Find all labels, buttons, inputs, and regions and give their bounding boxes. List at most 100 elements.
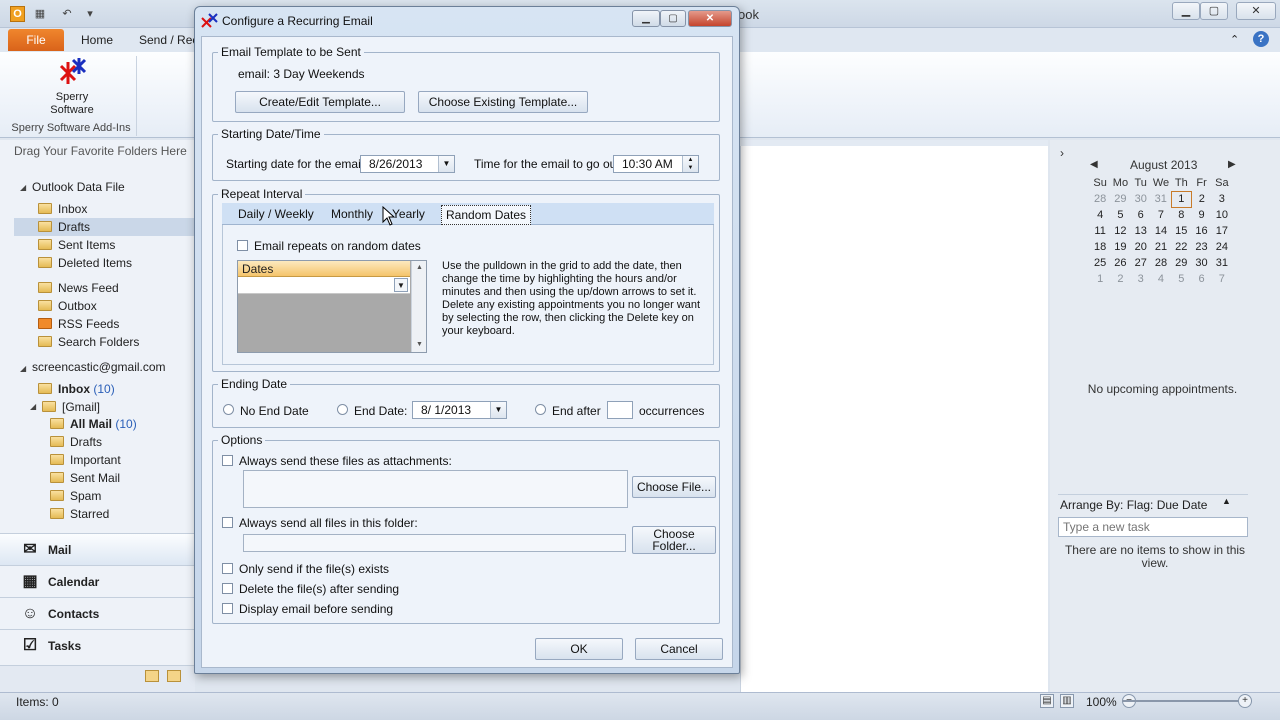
module-tasks[interactable]: ☑ Tasks [0, 629, 195, 661]
calendar-day[interactable]: 28 [1090, 191, 1110, 207]
tab-home[interactable]: Home [81, 33, 113, 47]
choose-folder-button[interactable]: Choose Folder... [632, 526, 716, 554]
collapse-triangle-icon[interactable]: ◢ [20, 364, 26, 373]
normal-view-icon[interactable]: ▤ [1040, 694, 1054, 708]
tab-send-receive[interactable]: Send / Rec [139, 33, 198, 47]
calendar-day[interactable]: 19 [1110, 239, 1130, 255]
delete-after-checkbox[interactable] [222, 583, 233, 594]
calendar-day-today[interactable]: 1 [1170, 190, 1192, 208]
undo-icon[interactable]: ↶ [60, 7, 74, 21]
chevron-right-icon[interactable]: › [1060, 146, 1064, 160]
folder-files-checkbox[interactable] [222, 517, 233, 528]
calendar-day[interactable]: 26 [1110, 255, 1130, 271]
calendar-day[interactable]: 21 [1151, 239, 1171, 255]
folder-sent-items[interactable]: Sent Items [38, 236, 115, 254]
folder-deleted-items[interactable]: Deleted Items [38, 254, 132, 272]
attachment-files-list[interactable] [243, 470, 628, 508]
calendar-day[interactable]: 30 [1191, 255, 1211, 271]
calendar-day[interactable]: 5 [1171, 271, 1191, 287]
folder-gmail-root[interactable]: [Gmail] [42, 398, 100, 416]
calendar-day[interactable]: 31 [1151, 191, 1171, 207]
folder-important[interactable]: Important [50, 451, 121, 469]
new-task-input[interactable] [1058, 517, 1248, 537]
choose-existing-template-button[interactable]: Choose Existing Template... [418, 91, 588, 113]
zoom-in-icon[interactable]: + [1238, 694, 1252, 708]
reading-view-icon[interactable]: ▥ [1060, 694, 1074, 708]
calendar-day[interactable]: 28 [1151, 255, 1171, 271]
calendar-day[interactable]: 29 [1110, 191, 1130, 207]
folder-path-field[interactable] [243, 534, 626, 552]
folder-drafts[interactable]: Drafts [14, 218, 195, 236]
collapse-triangle-icon[interactable]: ◢ [30, 402, 36, 411]
calendar-day[interactable]: 24 [1212, 239, 1232, 255]
tab-daily-weekly[interactable]: Daily / Weekly [234, 205, 318, 225]
arrange-by-header[interactable]: Arrange By: Flag: Due Date [1058, 494, 1248, 514]
folder-news-feed[interactable]: News Feed [38, 279, 119, 297]
zoom-level[interactable]: 100% [1086, 695, 1117, 709]
tab-random-dates[interactable]: Random Dates [441, 205, 532, 225]
dialog-close-button[interactable]: ✕ [688, 10, 732, 27]
calendar-day[interactable]: 11 [1090, 223, 1110, 239]
calendar-day[interactable]: 18 [1090, 239, 1110, 255]
calendar-day[interactable]: 29 [1171, 255, 1191, 271]
chevron-down-icon[interactable]: ▼ [490, 402, 506, 418]
notes-icon[interactable] [145, 670, 159, 682]
calendar-day[interactable]: 14 [1151, 223, 1171, 239]
sort-up-icon[interactable]: ▲ [1222, 496, 1231, 506]
random-dates-checkbox[interactable] [237, 240, 248, 251]
close-button[interactable]: ✕ [1236, 2, 1276, 20]
send-time-picker[interactable]: 10:30 AM ▲ ▼ [613, 155, 699, 173]
end-after-radio[interactable] [535, 404, 546, 415]
folder-starred[interactable]: Starred [50, 505, 109, 523]
calendar-day[interactable]: 4 [1151, 271, 1171, 287]
folder-sent-mail[interactable]: Sent Mail [50, 469, 120, 487]
folder-gmail-drafts[interactable]: Drafts [50, 433, 102, 451]
occurrences-input[interactable] [607, 401, 633, 419]
customize-toolbar-icon[interactable]: ▾ [83, 7, 97, 21]
calendar-day[interactable]: 12 [1110, 223, 1130, 239]
maximize-button[interactable]: ▢ [1200, 2, 1228, 20]
calendar-day[interactable]: 1 [1090, 271, 1110, 287]
dialog-maximize-button[interactable]: ▢ [660, 10, 686, 27]
calendar-day[interactable]: 16 [1191, 223, 1211, 239]
start-date-picker[interactable]: 8/26/2013 ▼ [360, 155, 455, 173]
up-down-spinner-icon[interactable]: ▲ ▼ [682, 156, 698, 172]
folder-gmail-inbox[interactable]: Inbox (10) [38, 380, 115, 398]
chevron-down-icon[interactable]: ▼ [394, 278, 408, 292]
calendar-day[interactable]: 6 [1191, 271, 1211, 287]
zoom-slider[interactable] [1122, 700, 1252, 702]
only-if-exists-checkbox[interactable] [222, 563, 233, 574]
send-receive-icon[interactable]: ▦ [33, 7, 47, 21]
calendar-day[interactable]: 4 [1090, 207, 1110, 223]
folder-list-icon[interactable] [167, 670, 181, 682]
display-before-checkbox[interactable] [222, 603, 233, 614]
prev-month-icon[interactable]: ◀ [1090, 159, 1098, 170]
calendar-day[interactable]: 8 [1171, 207, 1191, 223]
folder-outbox[interactable]: Outbox [38, 297, 97, 315]
ok-button[interactable]: OK [535, 638, 623, 660]
dates-new-row[interactable]: ▼ [238, 277, 410, 294]
calendar-day[interactable]: 2 [1191, 191, 1211, 207]
account-outlook-data-file[interactable]: Outlook Data File [32, 180, 125, 194]
collapse-ribbon-icon[interactable]: ⌃ [1230, 33, 1239, 46]
calendar-day[interactable]: 3 [1212, 191, 1232, 207]
create-edit-template-button[interactable]: Create/Edit Template... [235, 91, 405, 113]
no-end-date-radio[interactable] [223, 404, 234, 415]
calendar-day[interactable]: 27 [1131, 255, 1151, 271]
calendar-day[interactable]: 31 [1212, 255, 1232, 271]
folder-inbox[interactable]: Inbox [38, 200, 87, 218]
tab-file[interactable]: File [8, 29, 64, 51]
cancel-button[interactable]: Cancel [635, 638, 723, 660]
scroll-up-icon[interactable]: ▲ [412, 261, 427, 275]
choose-file-button[interactable]: Choose File... [632, 476, 716, 498]
end-date-radio[interactable] [337, 404, 348, 415]
outlook-app-icon[interactable]: O [10, 6, 25, 22]
end-date-picker[interactable]: 8/ 1/2013 ▼ [412, 401, 507, 419]
help-icon[interactable]: ? [1253, 31, 1269, 47]
calendar-day[interactable]: 20 [1131, 239, 1151, 255]
folder-spam[interactable]: Spam [50, 487, 101, 505]
calendar-day[interactable]: 5 [1110, 207, 1130, 223]
module-mail[interactable]: ✉ Mail [0, 533, 195, 565]
calendar-day[interactable]: 17 [1212, 223, 1232, 239]
dialog-minimize-button[interactable]: ▁ [632, 10, 660, 27]
